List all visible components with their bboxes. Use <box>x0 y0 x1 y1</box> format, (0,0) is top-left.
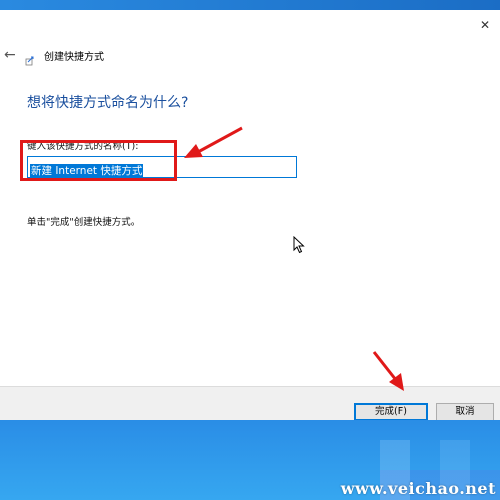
cancel-button[interactable]: 取消 <box>436 403 494 421</box>
watermark: www.veichao.net <box>340 479 496 498</box>
finish-hint-text: 单击"完成"创建快捷方式。 <box>27 217 141 228</box>
shortcut-wizard-icon <box>25 51 35 66</box>
shortcut-name-label: 键入该快捷方式的名称(T): <box>27 141 139 152</box>
shortcut-name-value: 新建 Internet 快捷方式 <box>30 164 144 178</box>
desktop-top-strip <box>0 0 500 10</box>
wizard-title: 创建快捷方式 <box>44 52 104 63</box>
dialog-footer: 完成(F) 取消 <box>0 386 500 421</box>
shortcut-name-input[interactable]: 新建 Internet 快捷方式 <box>27 156 297 178</box>
close-icon[interactable]: ✕ <box>478 18 492 32</box>
finish-button[interactable]: 完成(F) <box>354 403 428 421</box>
create-shortcut-dialog: ✕ ← 创建快捷方式 想将快捷方式命名为什么? 键入该快捷方式的名称(T): 新… <box>0 10 500 421</box>
back-arrow-icon[interactable]: ← <box>4 48 18 62</box>
page-heading: 想将快捷方式命名为什么? <box>27 95 189 111</box>
